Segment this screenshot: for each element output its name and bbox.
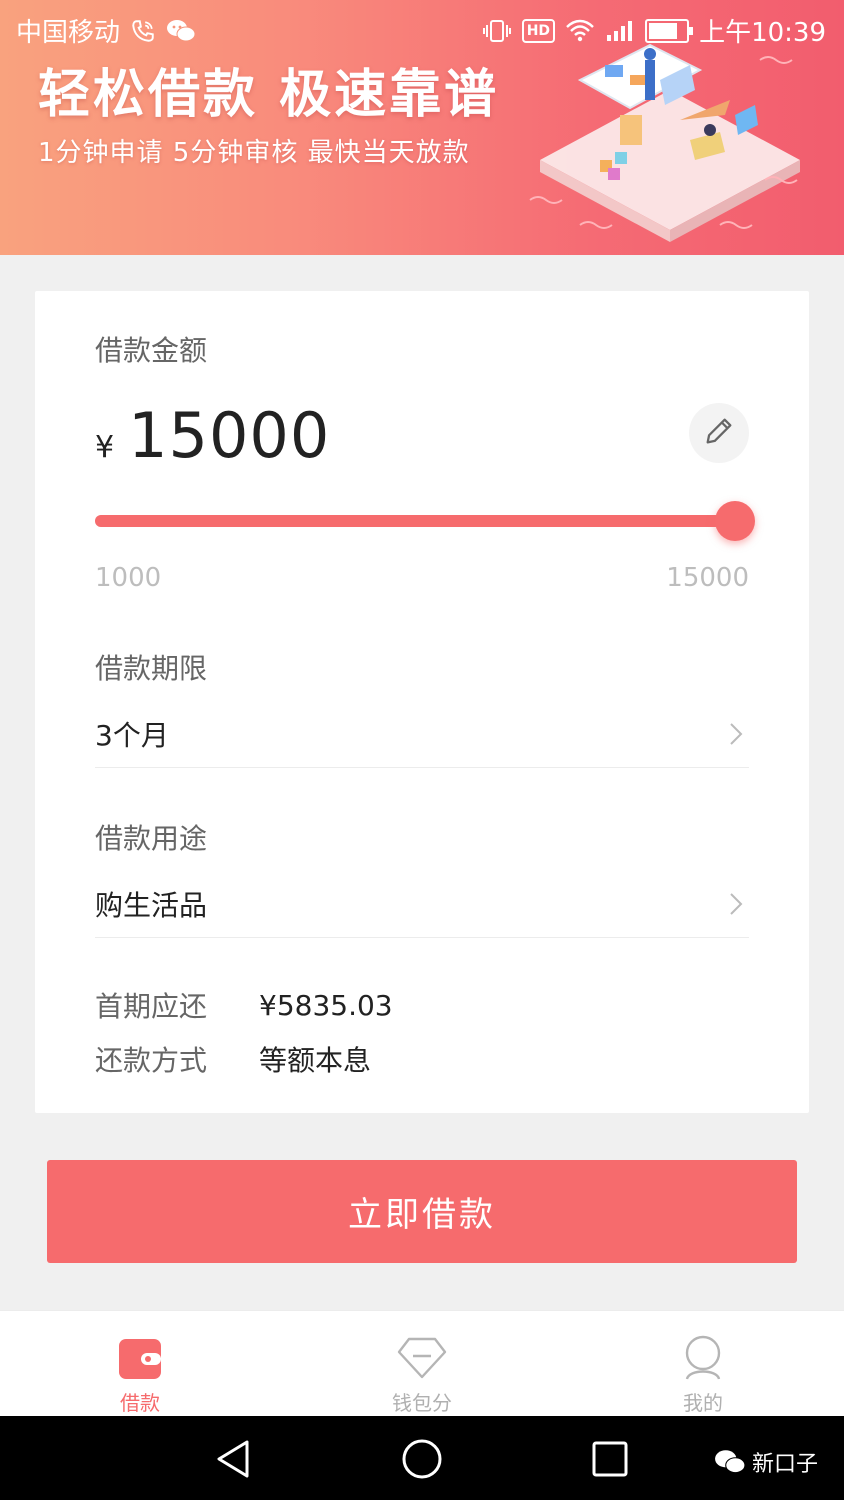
- slider-max-label: 15000: [666, 563, 749, 593]
- amount-display: ¥ 15000: [95, 399, 330, 472]
- recents-icon[interactable]: [585, 1434, 635, 1484]
- tab-me[interactable]: 我的: [643, 1311, 763, 1417]
- wechat-icon: [166, 18, 196, 44]
- borrow-now-button[interactable]: 立即借款: [47, 1160, 797, 1263]
- pencil-icon: [702, 414, 736, 452]
- repay-method-value: 等额本息: [259, 1044, 372, 1077]
- purpose-label: 借款用途: [95, 822, 208, 855]
- repay-method-label: 还款方式: [95, 1044, 208, 1077]
- term-value: 3个月: [95, 719, 169, 752]
- banner-subtitle: 1分钟申请 5分钟审核 最快当天放款: [38, 138, 470, 168]
- vibrate-icon: [482, 18, 512, 44]
- wallet-icon: [115, 1333, 165, 1383]
- currency-symbol: ¥: [95, 430, 115, 465]
- repay-method-row: 还款方式 等额本息: [95, 1039, 371, 1079]
- carrier-name: 中国移动: [16, 18, 121, 48]
- loan-amount-value: 15000: [128, 399, 331, 472]
- chevron-right-icon: [723, 721, 749, 747]
- slider-handle[interactable]: [715, 501, 755, 541]
- slider-min-label: 1000: [95, 563, 162, 593]
- tab-wallet-score[interactable]: 钱包分: [362, 1311, 482, 1417]
- wechat-icon: [715, 1450, 746, 1474]
- amount-slider[interactable]: [95, 501, 755, 541]
- phone-call-icon: [130, 18, 156, 44]
- amount-label: 借款金额: [95, 334, 208, 367]
- diamond-icon: [397, 1333, 447, 1383]
- banner-illustration: [529, 43, 800, 242]
- tab-wallet-score-label: 钱包分: [392, 1391, 452, 1415]
- bottom-tab-bar: 借款 钱包分 我的: [0, 1310, 844, 1417]
- back-icon[interactable]: [208, 1434, 258, 1484]
- tab-me-label: 我的: [683, 1391, 723, 1415]
- term-label: 借款期限: [95, 652, 208, 685]
- system-nav-bar: 新口子: [0, 1416, 844, 1500]
- first-payment-value: ¥5835.03: [259, 988, 393, 1022]
- purpose-selector[interactable]: 购生活品: [95, 871, 749, 938]
- tab-borrow[interactable]: 借款: [80, 1311, 200, 1417]
- loan-form-card: 借款金额 ¥ 15000 1000 15000 借款期限 3个月 借款用途 购生…: [35, 291, 809, 1113]
- home-icon[interactable]: [397, 1434, 447, 1484]
- tab-borrow-label: 借款: [120, 1391, 160, 1415]
- first-payment-row: 首期应还 ¥5835.03: [95, 985, 393, 1025]
- watermark-text: 新口子: [751, 1452, 818, 1477]
- promo-banner[interactable]: 中国移动 HD 上午10:39 轻松借款 极速靠谱 1分钟申请 5分钟审核 最快…: [0, 0, 844, 255]
- first-payment-label: 首期应还: [95, 990, 208, 1023]
- watermark: 新口子: [714, 1446, 818, 1478]
- edit-amount-button[interactable]: [689, 403, 749, 463]
- slider-fill: [95, 515, 735, 527]
- chevron-right-icon: [723, 891, 749, 917]
- term-selector[interactable]: 3个月: [95, 701, 749, 768]
- purpose-value: 购生活品: [95, 889, 208, 922]
- user-icon: [678, 1333, 728, 1383]
- banner-title: 轻松借款 极速靠谱: [38, 65, 500, 125]
